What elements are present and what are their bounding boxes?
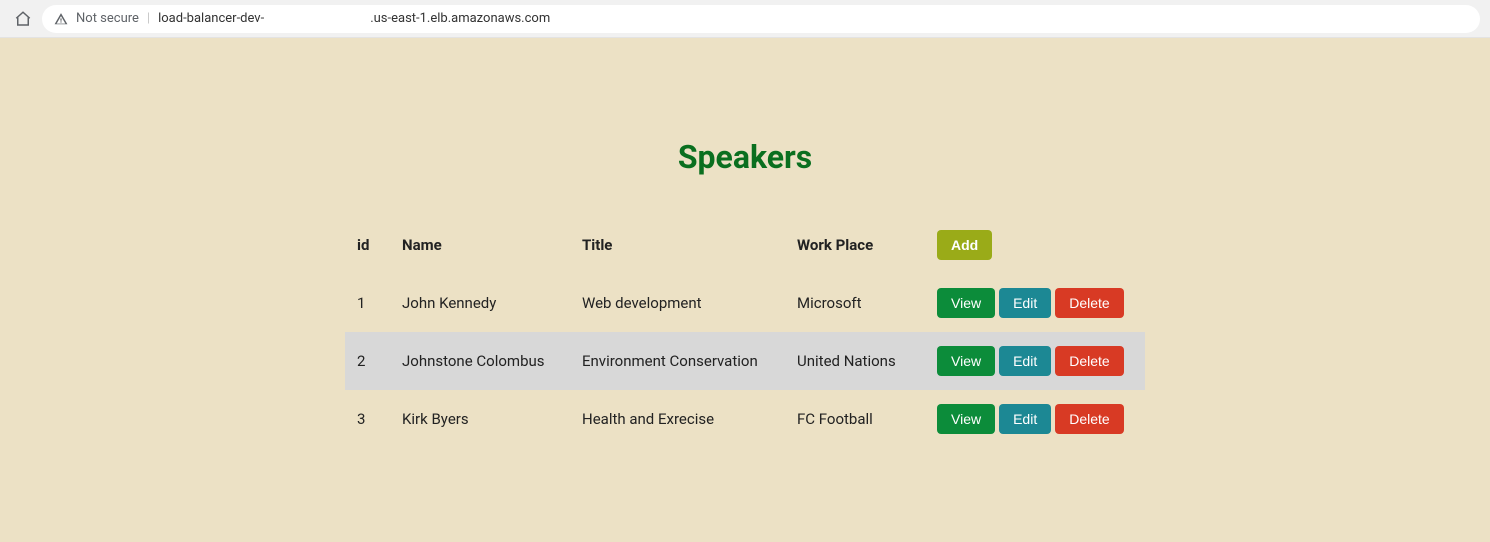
url-divider: | — [147, 11, 150, 26]
cell-workplace: FC Football — [785, 390, 925, 448]
cell-actions: ViewEditDelete — [925, 332, 1145, 390]
page-title: Speakers — [678, 138, 812, 176]
not-secure-icon — [54, 12, 68, 26]
security-label: Not secure — [76, 11, 139, 26]
delete-button[interactable]: Delete — [1055, 288, 1123, 318]
col-header-name: Name — [390, 216, 570, 274]
page-content: Speakers id Name Title Work Place Add 1J… — [0, 38, 1490, 448]
cell-workplace: United Nations — [785, 332, 925, 390]
cell-actions: ViewEditDelete — [925, 390, 1145, 448]
edit-button[interactable]: Edit — [999, 346, 1051, 376]
delete-button[interactable]: Delete — [1055, 346, 1123, 376]
col-header-title: Title — [570, 216, 785, 274]
cell-workplace: Microsoft — [785, 274, 925, 332]
view-button[interactable]: View — [937, 404, 995, 434]
cell-id: 3 — [345, 390, 390, 448]
browser-address-bar: Not secure | load-balancer-dev- .us-east… — [0, 0, 1490, 38]
cell-id: 1 — [345, 274, 390, 332]
col-header-actions: Add — [925, 216, 1145, 274]
cell-name: Johnstone Colombus — [390, 332, 570, 390]
cell-title: Health and Exrecise — [570, 390, 785, 448]
url-text-left: load-balancer-dev- — [158, 11, 264, 26]
table-row: 3Kirk ByersHealth and ExreciseFC Footbal… — [345, 390, 1145, 448]
table-header-row: id Name Title Work Place Add — [345, 216, 1145, 274]
view-button[interactable]: View — [937, 346, 995, 376]
home-icon[interactable] — [14, 10, 32, 28]
cell-title: Web development — [570, 274, 785, 332]
cell-id: 2 — [345, 332, 390, 390]
col-header-workplace: Work Place — [785, 216, 925, 274]
edit-button[interactable]: Edit — [999, 404, 1051, 434]
add-button[interactable]: Add — [937, 230, 992, 260]
speakers-table: id Name Title Work Place Add 1John Kenne… — [345, 216, 1145, 448]
cell-title: Environment Conservation — [570, 332, 785, 390]
view-button[interactable]: View — [937, 288, 995, 318]
cell-name: Kirk Byers — [390, 390, 570, 448]
delete-button[interactable]: Delete — [1055, 404, 1123, 434]
table-row: 2Johnstone ColombusEnvironment Conservat… — [345, 332, 1145, 390]
url-field[interactable]: Not secure | load-balancer-dev- .us-east… — [42, 5, 1480, 33]
cell-actions: ViewEditDelete — [925, 274, 1145, 332]
table-row: 1John KennedyWeb developmentMicrosoftVie… — [345, 274, 1145, 332]
edit-button[interactable]: Edit — [999, 288, 1051, 318]
cell-name: John Kennedy — [390, 274, 570, 332]
url-text-right: .us-east-1.elb.amazonaws.com — [370, 11, 550, 26]
col-header-id: id — [345, 216, 390, 274]
